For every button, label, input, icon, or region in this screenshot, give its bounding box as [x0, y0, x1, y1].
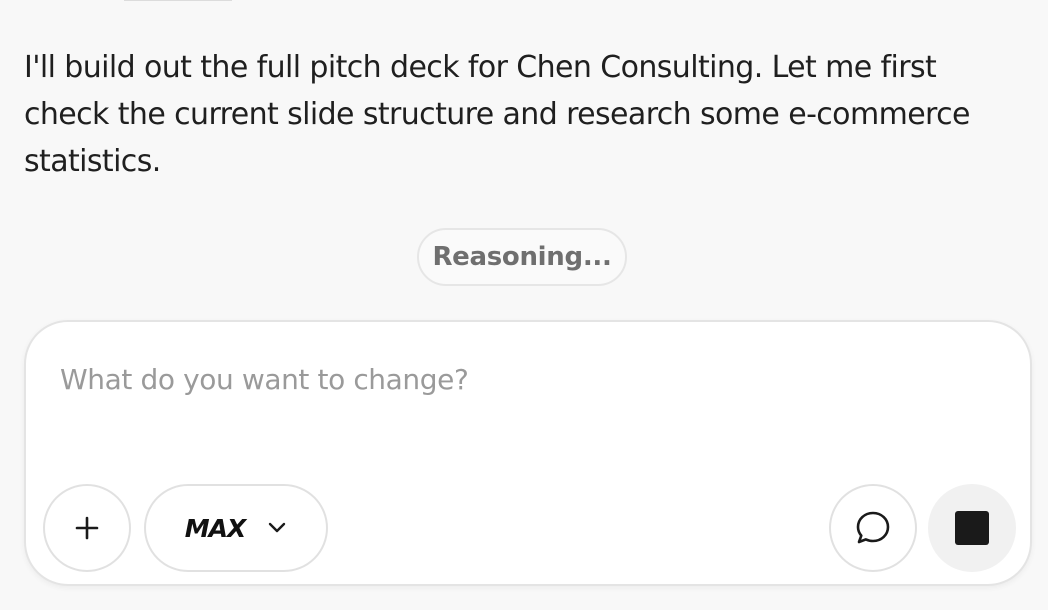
model-selector-button[interactable]: MAX	[144, 484, 328, 572]
stop-generation-button[interactable]	[928, 484, 1016, 572]
chat-mode-button[interactable]	[829, 484, 917, 572]
assistant-message: I'll build out the full pitch deck for C…	[24, 50, 970, 179]
stop-icon	[955, 511, 989, 545]
composer-input[interactable]	[60, 354, 990, 404]
top-divider	[124, 0, 232, 1]
composer: MAX	[24, 320, 1032, 586]
reasoning-status-badge: Reasoning...	[417, 228, 627, 286]
chevron-down-icon	[267, 522, 287, 534]
model-label: MAX	[184, 513, 247, 543]
add-attachment-button[interactable]	[43, 484, 131, 572]
chat-page: I'll build out the full pitch deck for C…	[0, 0, 1048, 610]
plus-icon	[74, 515, 100, 541]
speech-bubble-icon	[854, 509, 892, 547]
reasoning-label: Reasoning...	[432, 242, 612, 272]
